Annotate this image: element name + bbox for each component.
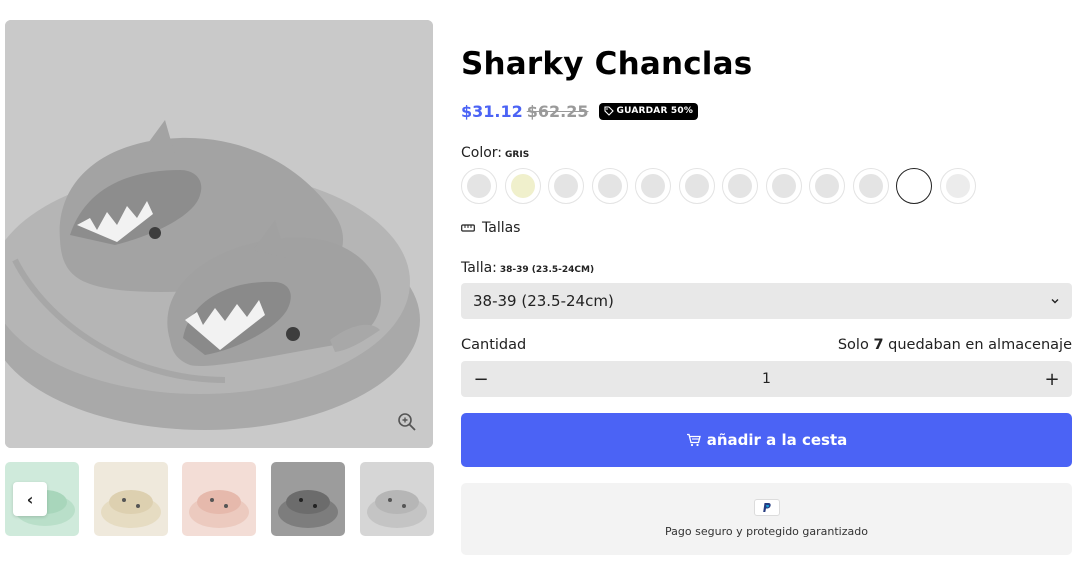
quantity-increase-button[interactable]: + — [1032, 361, 1072, 397]
stock-prefix: Solo — [837, 337, 869, 353]
stock-suffix: quedaban en almacenaje — [888, 337, 1072, 353]
swatch-color — [945, 174, 970, 198]
thumbnail-beige[interactable] — [94, 462, 168, 536]
price-row: $31.12 $62.25 GUARDAR 50% — [461, 100, 699, 122]
swatch-color — [858, 174, 883, 198]
swatch-color — [771, 174, 796, 198]
paypal-icon — [754, 499, 780, 516]
secure-payment-text: Pago seguro y protegido garantizado — [665, 525, 868, 538]
zoom-icon[interactable] — [395, 410, 419, 434]
color-swatch[interactable] — [461, 168, 497, 204]
color-swatch[interactable] — [852, 168, 889, 204]
color-swatch[interactable] — [722, 168, 758, 204]
thumbnail-image — [94, 462, 168, 536]
tag-icon — [603, 106, 614, 116]
thumbnail-image — [360, 462, 434, 536]
cart-icon — [686, 433, 701, 447]
quantity-header: Cantidad Solo 7 quedaban en almacenaje — [461, 337, 1072, 353]
secure-payment-box: Pago seguro y protegido garantizado — [461, 483, 1072, 555]
size-select[interactable]: 38-39 (23.5-24cm) — [461, 283, 1072, 319]
color-swatch[interactable] — [591, 168, 628, 204]
size-label-text: Talla: — [461, 260, 497, 276]
thumbnail-image — [182, 462, 256, 536]
size-label: Talla: 38-39 (23.5-24CM) — [461, 260, 594, 276]
color-swatch[interactable] — [765, 168, 802, 204]
thumbnail-prev-button[interactable]: ‹ — [13, 482, 47, 516]
color-swatch[interactable] — [939, 168, 976, 204]
thumbnail-image — [271, 462, 345, 536]
product-title: Sharky Chanclas — [461, 46, 753, 82]
size-guide-link[interactable]: Tallas — [461, 220, 520, 236]
swatch-color — [728, 174, 752, 198]
color-selected: GRIS — [505, 150, 530, 160]
stock-count: 7 — [873, 337, 884, 353]
swatch-color — [684, 174, 709, 198]
color-swatch[interactable] — [635, 168, 671, 204]
sale-price: $31.12 — [461, 101, 523, 121]
color-label: Color: GRIS — [461, 145, 529, 161]
discount-badge: GUARDAR 50% — [598, 102, 699, 120]
compare-price: $62.25 — [526, 101, 589, 121]
size-guide-label: Tallas — [482, 220, 521, 236]
swatch-color — [510, 174, 535, 198]
color-swatch[interactable] — [504, 168, 541, 204]
ruler-icon — [461, 224, 475, 232]
shark-slippers-image — [5, 20, 433, 448]
product-main-image[interactable] — [5, 20, 433, 448]
quantity-value[interactable]: 1 — [762, 361, 771, 397]
swatch-color — [554, 174, 578, 198]
swatch-color — [902, 174, 926, 198]
swatch-color — [815, 174, 839, 198]
thumbnail-light-gray[interactable] — [360, 462, 434, 536]
thumbnail-strip: ‹ — [5, 462, 434, 536]
color-swatch[interactable] — [809, 168, 845, 204]
chevron-down-icon — [1051, 299, 1059, 304]
add-to-cart-label: añadir a la cesta — [706, 431, 848, 449]
size-select-value: 38-39 (23.5-24cm) — [473, 292, 614, 310]
swatch-color — [597, 174, 622, 198]
color-swatch[interactable] — [548, 168, 584, 204]
thumbnail-gray[interactable] — [271, 462, 345, 536]
thumbnail-pink[interactable] — [182, 462, 256, 536]
color-swatch[interactable] — [896, 168, 932, 204]
quantity-decrease-button[interactable]: − — [461, 361, 501, 397]
stock-notice: Solo 7 quedaban en almacenaje — [838, 337, 1072, 353]
swatch-color — [467, 174, 491, 198]
swatch-color — [641, 174, 665, 198]
color-label-text: Color: — [461, 145, 503, 161]
color-swatch[interactable] — [678, 168, 715, 204]
quantity-stepper: − 1 + — [461, 361, 1072, 397]
size-selected: 38-39 (23.5-24CM) — [499, 265, 595, 275]
discount-badge-label: GUARDAR 50% — [616, 106, 694, 116]
add-to-cart-button[interactable]: añadir a la cesta — [461, 413, 1072, 467]
quantity-label: Cantidad — [461, 337, 527, 353]
